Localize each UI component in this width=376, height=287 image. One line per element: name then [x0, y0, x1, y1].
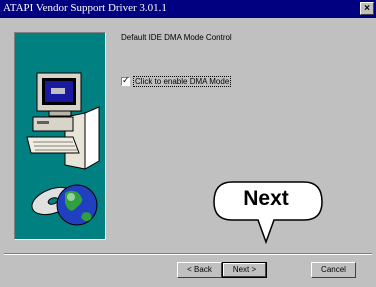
window-title: ATAPI Vendor Support Driver 3.01.1 [3, 2, 167, 14]
side-graphic-panel [14, 32, 106, 240]
title-bar[interactable]: ATAPI Vendor Support Driver 3.01.1 × [0, 0, 376, 18]
checkmark-icon: ✓ [122, 74, 130, 85]
cancel-button[interactable]: Cancel [311, 262, 356, 278]
dma-checkbox[interactable]: ✓ [121, 74, 130, 86]
setup-dialog: ATAPI Vendor Support Driver 3.01.1 × Def… [0, 0, 376, 287]
globe-cd-icon [31, 184, 98, 226]
back-button[interactable]: < Back [177, 262, 222, 278]
computer-icon [26, 72, 100, 170]
dma-option[interactable]: ✓ Click to enable DMA Mode [121, 74, 232, 87]
callout-text: Next [243, 187, 289, 210]
close-icon[interactable]: × [360, 2, 374, 15]
dma-checkbox-label[interactable]: Click to enable DMA Mode [132, 75, 232, 87]
divider [4, 253, 372, 255]
section-heading: Default IDE DMA Mode Control [121, 33, 232, 42]
next-button[interactable]: Next > [222, 262, 267, 278]
setup-illustration [26, 72, 100, 226]
